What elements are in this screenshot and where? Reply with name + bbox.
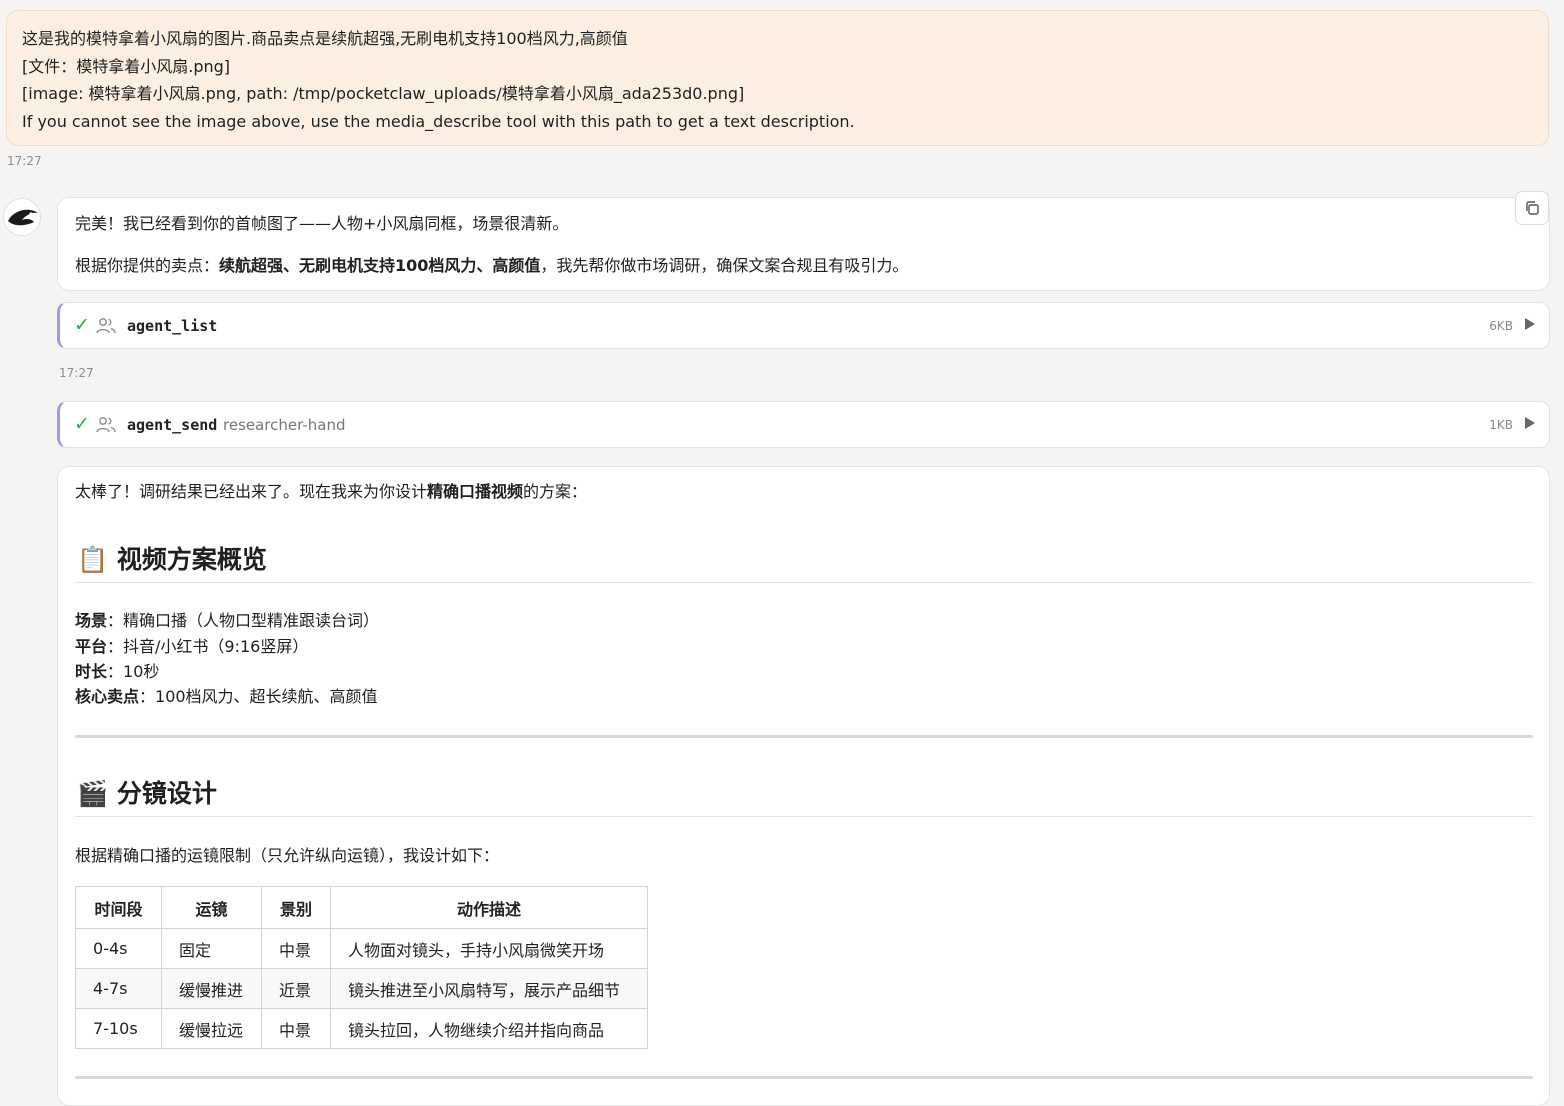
table-cell: 中景: [261, 1008, 331, 1049]
assistant-paragraph: 完美！我已经看到你的首帧图了——人物+小风扇同框，场景很清新。: [75, 214, 569, 233]
table-cell: 中景: [261, 928, 331, 969]
item-key: 平台: [75, 637, 108, 656]
text-span: 太棒了！调研结果已经出来了。现在我来为你设计: [75, 482, 428, 501]
overview-item: 场景：精确口播（人物口型精准跟读台词）: [75, 610, 379, 632]
overview-item: 平台：抖音/小红书（9:16竖屏）: [75, 636, 308, 658]
item-value: ：精确口播（人物口型精准跟读台词）: [107, 611, 380, 630]
storyboard-table: 时间段 运镜 景别 动作描述 0-4s 固定 中景 人物面对镜头，手持小风扇微笑…: [75, 886, 648, 1049]
item-value: ：抖音/小红书（9:16竖屏）: [107, 637, 309, 656]
clapper-icon: 🎬: [77, 779, 109, 808]
tool-output-size: 1KB: [1489, 418, 1513, 432]
section-heading: 📋 视频方案概览: [77, 545, 267, 575]
column-header: 时间段: [75, 886, 162, 929]
check-icon: ✓: [74, 314, 90, 336]
people-icon: [96, 417, 116, 433]
table-cell: 近景: [261, 968, 331, 1009]
item-key: 场景: [75, 611, 108, 630]
table-cell: 4-7s: [75, 968, 162, 1009]
item-key: 核心卖点: [75, 687, 140, 706]
section-heading: 🎬 分镜设计: [77, 779, 217, 809]
table-header-row: 时间段 运镜 景别 动作描述: [75, 886, 648, 929]
section-divider: [75, 1076, 1533, 1079]
user-message-line: [文件：模特拿着小风扇.png]: [22, 56, 231, 76]
table-cell: 人物面对镜头，手持小风扇微笑开场: [330, 928, 648, 969]
user-message-line: If you cannot see the image above, use t…: [22, 111, 855, 131]
copy-button[interactable]: [1515, 191, 1549, 225]
assistant-paragraph: 根据你提供的卖点：续航超强、无刷电机支持100档风力、高颜值，我先帮你做市场调研…: [75, 255, 908, 277]
table-cell: 7-10s: [75, 1008, 162, 1049]
tool-name: agent_send: [127, 416, 218, 434]
text-span: ，我先帮你做市场调研，确保文案合规且有吸引力。: [540, 256, 909, 275]
table-row: 0-4s 固定 中景 人物面对镜头，手持小风扇微笑开场: [75, 928, 648, 969]
heading-text: 视频方案概览: [116, 545, 267, 574]
tool-output-size: 6KB: [1489, 319, 1513, 333]
clipboard-icon: 📋: [77, 545, 109, 574]
column-header: 运镜: [161, 886, 262, 929]
text-span: 根据你提供的卖点：: [75, 256, 220, 275]
assistant-message: 完美！我已经看到你的首帧图了——人物+小风扇同框，场景很清新。 根据你提供的卖点…: [57, 191, 1550, 291]
heading-divider: [75, 816, 1533, 817]
bold-text: 续航超强、无刷电机支持100档风力、高颜值: [219, 256, 541, 275]
item-key: 时长: [75, 662, 108, 681]
people-icon: [96, 318, 116, 334]
assistant-logo-icon: [8, 209, 38, 226]
overview-item: 时长：10秒: [75, 661, 159, 683]
user-message-line: 这是我的模特拿着小风扇的图片.商品卖点是续航超强,无刷电机支持100档风力,高颜…: [22, 29, 628, 48]
expand-icon[interactable]: [1525, 318, 1535, 330]
user-message: 这是我的模特拿着小风扇的图片.商品卖点是续航超强,无刷电机支持100档风力,高颜…: [6, 10, 1549, 146]
table-row: 4-7s 缓慢推进 近景 镜头推进至小风扇特写，展示产品细节: [75, 968, 648, 1009]
check-icon: ✓: [74, 413, 90, 435]
tool-argument: researcher-hand: [223, 416, 346, 434]
heading-divider: [75, 582, 1533, 583]
tool-name: agent_list: [127, 317, 218, 335]
user-message-line: [image: 模特拿着小风扇.png, path: /tmp/pocketcl…: [22, 84, 745, 104]
table-cell: 缓慢拉远: [161, 1008, 262, 1049]
expand-icon[interactable]: [1525, 417, 1535, 429]
assistant-message: 太棒了！调研结果已经出来了。现在我来为你设计精确口播视频的方案： 📋 视频方案概…: [57, 466, 1550, 1106]
section-divider: [75, 735, 1533, 738]
overview-item: 核心卖点：100档风力、超长续航、高颜值: [75, 686, 378, 708]
message-timestamp: 17:27: [7, 154, 42, 168]
assistant-avatar: [3, 198, 41, 236]
table-cell: 0-4s: [75, 928, 162, 969]
item-value: ：10秒: [107, 662, 160, 681]
assistant-paragraph: 太棒了！调研结果已经出来了。现在我来为你设计精确口播视频的方案：: [75, 481, 587, 503]
text-span: 的方案：: [523, 482, 588, 501]
item-value: ：100档风力、超长续航、高颜值: [139, 687, 378, 706]
column-header: 景别: [261, 886, 331, 929]
table-cell: 镜头推进至小风扇特写，展示产品细节: [330, 968, 648, 1009]
tool-call-agent-list[interactable]: ✓ agent_list 6KB: [57, 302, 1550, 349]
bold-text: 精确口播视频: [427, 482, 524, 501]
copy-icon: [1526, 201, 1539, 215]
table-row: 7-10s 缓慢拉远 中景 镜头拉回，人物继续介绍并指向商品: [75, 1008, 648, 1049]
table-cell: 缓慢推进: [161, 968, 262, 1009]
message-timestamp: 17:27: [59, 366, 94, 380]
table-cell: 镜头拉回，人物继续介绍并指向商品: [330, 1008, 648, 1049]
section-intro: 根据精确口播的运镜限制（只允许纵向运镜），我设计如下：: [75, 846, 500, 865]
table-cell: 固定: [161, 928, 262, 969]
tool-call-agent-send[interactable]: ✓ agent_send researcher-hand 1KB: [57, 401, 1550, 448]
column-header: 动作描述: [330, 886, 648, 929]
heading-text: 分镜设计: [116, 779, 217, 808]
